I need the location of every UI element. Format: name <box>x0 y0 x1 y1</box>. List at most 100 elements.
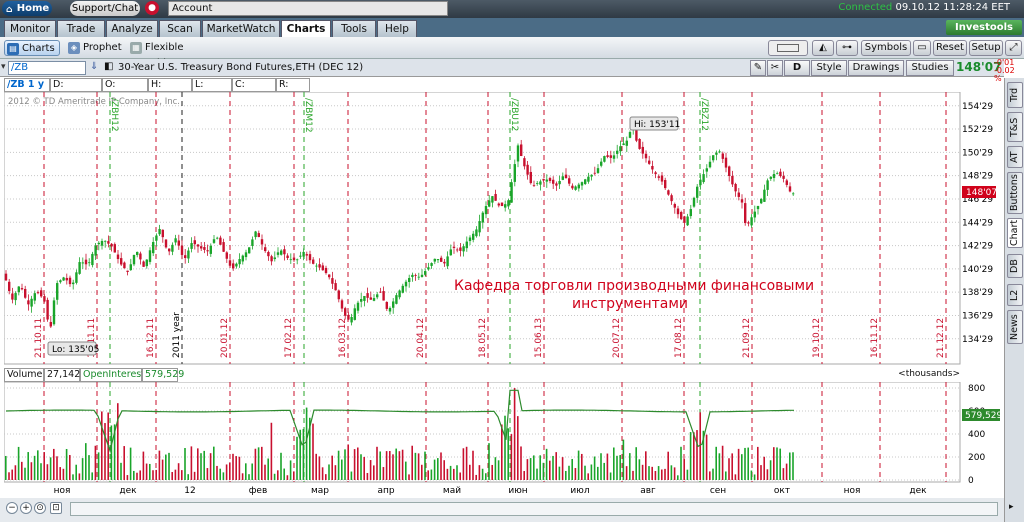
candle-body <box>673 204 676 208</box>
price-tick: 136'29 <box>962 311 993 321</box>
tab-monitor[interactable]: Monitor <box>4 20 56 37</box>
volume-bar <box>389 451 391 480</box>
candle-body <box>488 200 491 207</box>
volume-bar <box>123 446 125 480</box>
aggregation-button[interactable]: D <box>784 60 810 76</box>
volume-bar <box>360 454 362 480</box>
account-field[interactable]: Account <box>168 1 448 16</box>
pan-button[interactable]: ✂ <box>767 60 783 76</box>
link-button[interactable]: ⊶ <box>836 40 858 56</box>
volume-bar <box>661 469 663 480</box>
zoom-in-button[interactable]: + <box>20 502 32 514</box>
style-button[interactable]: Style <box>811 60 847 76</box>
sidebar-arrow-icon[interactable]: ▸ <box>1009 502 1014 512</box>
expand-button[interactable]: ⤢ <box>1005 40 1022 56</box>
candle-body <box>731 175 734 185</box>
alert-icon[interactable]: ● <box>145 1 159 15</box>
volume-bar <box>373 465 375 480</box>
candle-body <box>94 245 97 256</box>
side-tab-ts[interactable]: T&S <box>1007 112 1023 142</box>
volume-bar <box>437 458 439 480</box>
horizontal-scrollbar[interactable] <box>70 502 998 516</box>
volume-bar <box>533 455 535 480</box>
volume-bar <box>8 472 10 480</box>
volume-bar <box>49 457 52 480</box>
home-button[interactable]: ⌂ Home <box>2 1 52 16</box>
candle-body <box>475 229 478 237</box>
candle-body <box>331 278 334 284</box>
volume-bar <box>600 453 602 480</box>
candle-body <box>46 299 49 320</box>
candle-body <box>132 254 136 265</box>
side-tab-l2[interactable]: L2 <box>1007 284 1023 306</box>
candle-body <box>148 250 152 262</box>
subtab-prophet[interactable]: ◈ Prophet <box>66 40 124 56</box>
candle-body <box>593 172 596 174</box>
symbols-button[interactable]: Symbols <box>861 40 911 56</box>
side-tab-news[interactable]: News <box>1007 310 1023 344</box>
print-button[interactable]: ▭ <box>913 40 931 56</box>
price-tick: 148'29 <box>962 172 993 182</box>
volume-bar <box>321 467 324 480</box>
subtab-flexible-grid[interactable]: ▦Flexible Grid <box>128 40 204 69</box>
candle-body <box>433 258 436 262</box>
crosshair-button[interactable]: ✎ <box>750 60 766 76</box>
side-tab-chart[interactable]: Chart <box>1007 218 1023 248</box>
volume-chart[interactable]: 8006004002000 ноядек12февмарапрмайиюниюл… <box>4 382 1004 498</box>
volume-bar <box>616 455 618 480</box>
layout-selector[interactable] <box>768 40 808 56</box>
month-label: май <box>443 486 461 496</box>
tab-analyze[interactable]: Analyze <box>106 20 158 37</box>
setup-button[interactable]: Setup <box>969 40 1003 56</box>
candle-body <box>395 295 398 304</box>
candle-body <box>347 314 350 320</box>
zoom-fit-button[interactable]: ⊙ <box>34 502 46 514</box>
side-tab-db[interactable]: DB <box>1007 254 1023 278</box>
studies-button[interactable]: Studies <box>906 60 954 76</box>
candle-body <box>20 288 24 290</box>
candle-body <box>145 259 148 267</box>
scissors-icon: ✂ <box>770 62 780 73</box>
candle-body <box>136 251 139 256</box>
volume-bar <box>632 470 634 480</box>
volume-bar <box>219 468 221 480</box>
volume-bar <box>395 448 397 480</box>
zoom-out-button[interactable]: − <box>6 502 18 514</box>
alert-bell-button[interactable]: ◭ <box>812 40 834 56</box>
tab-tools[interactable]: Tools <box>332 20 376 37</box>
symbol-input[interactable]: /ZB <box>8 61 86 75</box>
volume-bar <box>709 471 711 480</box>
candle-body <box>516 145 520 162</box>
tab-trade[interactable]: Trade <box>57 20 105 37</box>
volume-bar <box>17 446 20 480</box>
expiration-date-label: 16.12.11 <box>146 318 156 358</box>
candle-body <box>24 288 27 298</box>
tab-scan[interactable]: Scan <box>159 20 201 37</box>
tab-marketwatch[interactable]: MarketWatch <box>202 20 280 37</box>
candle-body <box>238 259 241 265</box>
side-tab-trd[interactable]: Trd <box>1007 82 1023 108</box>
candle-body <box>734 183 737 192</box>
candle-body <box>116 254 120 260</box>
volume-bar <box>670 465 673 480</box>
tab-charts[interactable]: Charts <box>281 20 331 37</box>
subtab-charts[interactable]: ▤ Charts <box>4 40 60 56</box>
support-chat-button[interactable]: Support/Chat <box>70 1 140 16</box>
zoom-box-button[interactable]: ⊡ <box>50 502 62 514</box>
price-chart[interactable]: 2012 © TD Ameritrade IP Company, Inc. 21… <box>4 92 1004 368</box>
side-tab-at[interactable]: AT <box>1007 146 1023 168</box>
investools-button[interactable]: Investools <box>946 20 1022 35</box>
expiration-date-label: 17.08.12 <box>674 318 684 358</box>
volume-bar <box>584 465 586 480</box>
lo-label: Lo: 135'05 <box>52 345 99 355</box>
volume-bar <box>712 468 714 480</box>
candle-body <box>209 245 212 254</box>
link-color-icon[interactable]: ◧ <box>104 61 113 72</box>
side-tab-buttons[interactable]: Buttons <box>1007 172 1023 214</box>
drawings-button[interactable]: Drawings <box>848 60 904 76</box>
candle-body <box>792 193 795 195</box>
reset-button[interactable]: Reset <box>933 40 967 56</box>
symbol-lookup-icon[interactable]: ⇓ <box>90 61 98 72</box>
tab-help[interactable]: Help <box>377 20 417 37</box>
connection-status: Connected 09.10.12 11:28:24 EET <box>838 2 1010 13</box>
